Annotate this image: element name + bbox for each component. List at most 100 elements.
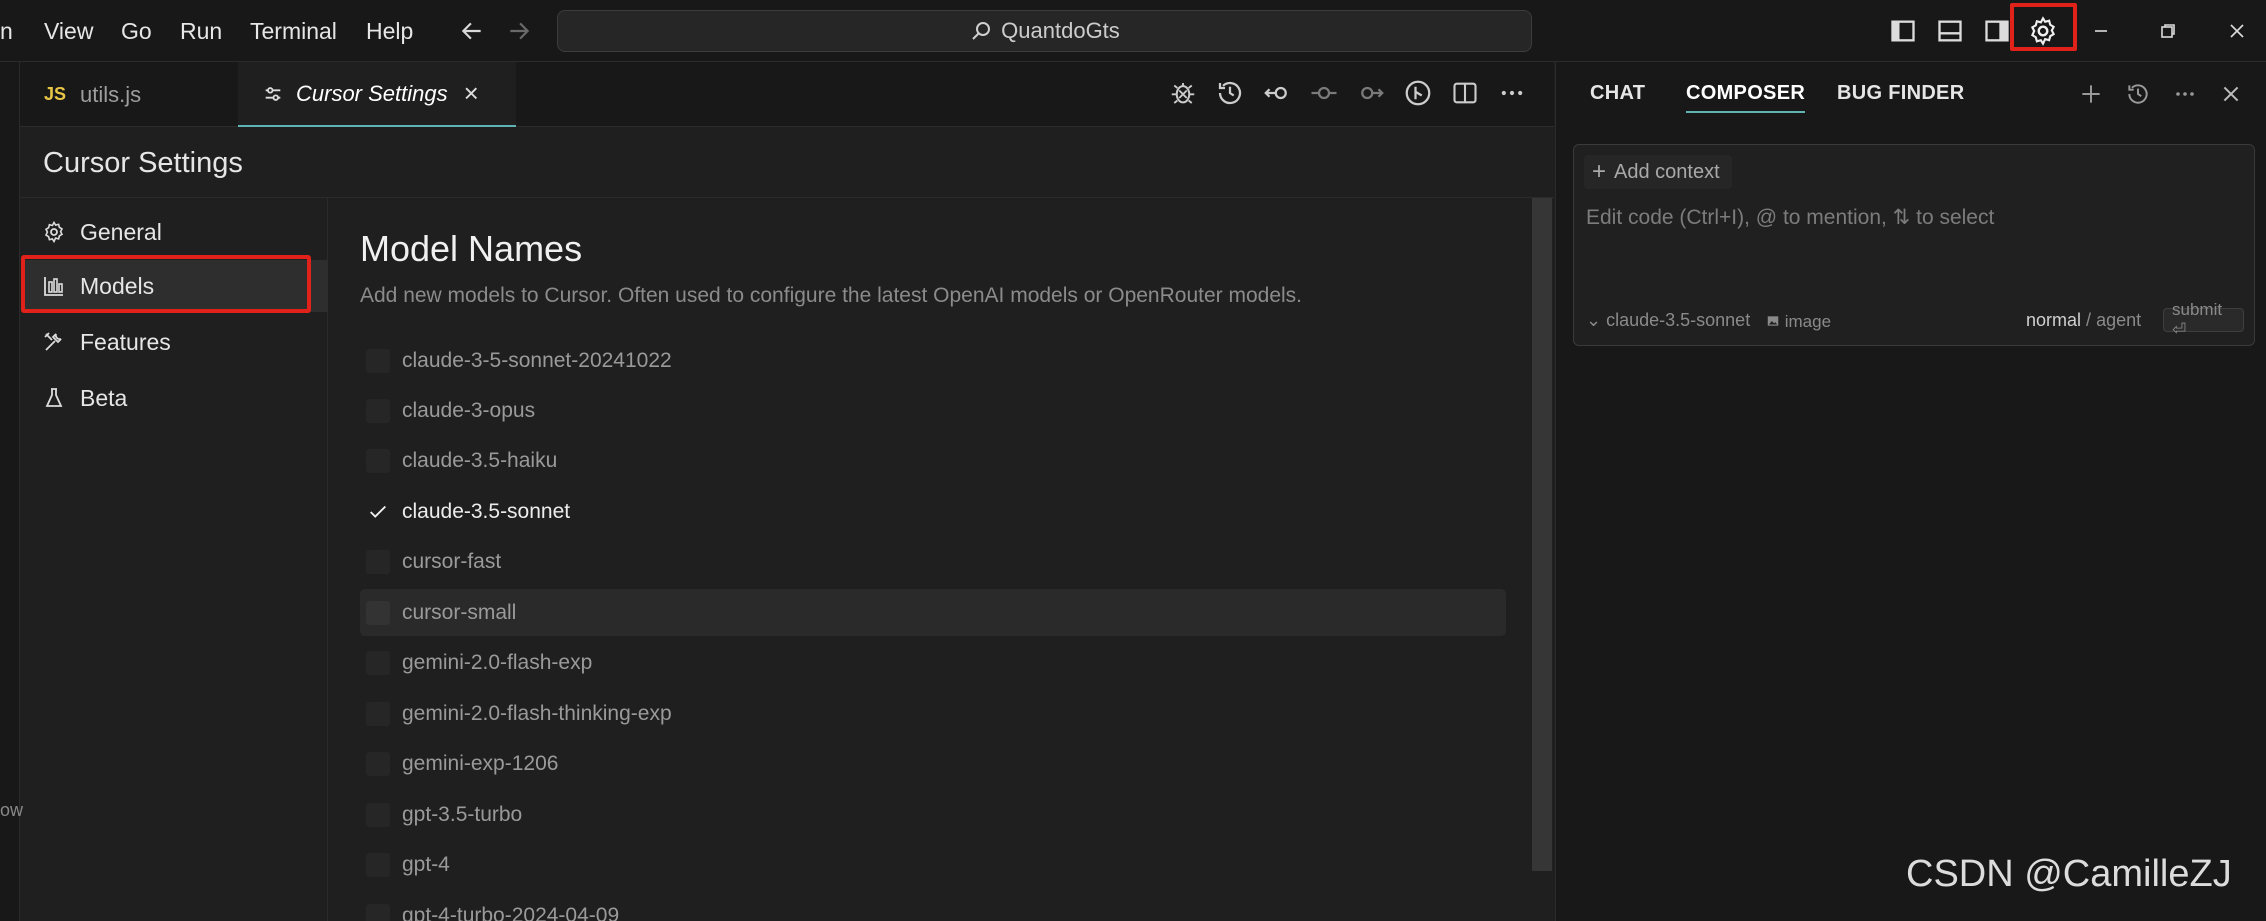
model-checkbox[interactable] xyxy=(366,701,390,726)
menu-item-help[interactable]: Help xyxy=(366,18,413,45)
model-checkbox[interactable] xyxy=(366,348,390,373)
model-checkbox[interactable] xyxy=(366,852,390,877)
split-editor-icon[interactable] xyxy=(1448,76,1482,110)
mode-agent[interactable]: agent xyxy=(2096,310,2141,330)
model-row[interactable]: gemini-exp-1206 xyxy=(360,740,1506,787)
more-actions-icon[interactable] xyxy=(1495,76,1529,110)
checkmark-icon[interactable] xyxy=(366,500,390,524)
tools-icon xyxy=(44,332,62,351)
nav-item-beta[interactable]: Beta xyxy=(22,372,328,424)
submit-button[interactable]: submit ⏎ xyxy=(2163,300,2244,339)
model-row[interactable]: cursor-fast xyxy=(360,538,1506,585)
model-row[interactable]: claude-3.5-haiku xyxy=(360,437,1506,484)
tab-bug-finder[interactable]: BUG FINDER xyxy=(1837,82,1964,105)
menu-item-terminal[interactable]: Terminal xyxy=(250,18,337,45)
go-back-icon[interactable] xyxy=(1260,76,1294,110)
model-name: cursor-small xyxy=(402,600,517,624)
mode-separator: / xyxy=(2086,310,2092,330)
model-name: gemini-2.0-flash-exp xyxy=(402,650,593,674)
more-actions-icon[interactable] xyxy=(2167,76,2203,112)
model-row[interactable]: gpt-3.5-turbo xyxy=(360,791,1506,838)
model-name: cursor-fast xyxy=(402,549,502,573)
bug-icon[interactable] xyxy=(1166,76,1200,110)
model-selector[interactable]: ⌄ claude-3.5-sonnet xyxy=(1586,310,1750,331)
minimize-icon[interactable] xyxy=(2082,12,2120,50)
composer-input-box[interactable]: + Add context Edit code (Ctrl+I), @ to m… xyxy=(1573,144,2255,346)
model-checkbox[interactable] xyxy=(366,549,390,574)
model-name: claude-3-opus xyxy=(402,398,536,422)
model-row[interactable]: claude-3-5-sonnet-20241022 xyxy=(360,337,1506,384)
menu-item-run[interactable]: Run xyxy=(180,18,222,45)
tab-composer[interactable]: COMPOSER xyxy=(1686,82,1806,113)
model-row[interactable]: claude-3-opus xyxy=(360,387,1506,434)
title-bar: n View Go Run Terminal Help QuantdoGts xyxy=(0,0,2266,62)
git-graph-icon[interactable] xyxy=(1401,76,1435,110)
model-name: gemini-2.0-flash-thinking-exp xyxy=(402,701,672,725)
model-checkbox[interactable] xyxy=(366,600,390,625)
model-name: gemini-exp-1206 xyxy=(402,751,559,775)
menu-item-go[interactable]: Go xyxy=(121,18,152,45)
settings-sliders-icon xyxy=(265,86,281,101)
gear-icon xyxy=(44,220,64,244)
nav-item-label: Beta xyxy=(80,384,128,411)
model-checkbox[interactable] xyxy=(366,398,390,423)
settings-highlight-box xyxy=(2010,3,2077,51)
watermark-text: CSDN @CamilleZJ xyxy=(1906,853,2232,895)
chevron-down-icon: ⌄ xyxy=(1586,310,1607,330)
go-forward-icon[interactable] xyxy=(1354,76,1388,110)
tab-chat[interactable]: CHAT xyxy=(1590,82,1645,105)
model-name: gpt-4 xyxy=(402,852,450,876)
forward-arrow-icon[interactable] xyxy=(502,14,536,48)
commit-icon[interactable] xyxy=(1307,76,1341,110)
page-title: Cursor Settings xyxy=(43,147,243,179)
history-icon[interactable] xyxy=(2120,76,2156,112)
model-checkbox[interactable] xyxy=(366,650,390,675)
command-center-search[interactable]: QuantdoGts xyxy=(557,10,1532,52)
model-name: gpt-3.5-turbo xyxy=(402,802,523,826)
section-title: Model Names xyxy=(360,228,583,269)
flask-icon xyxy=(45,388,63,407)
toggle-primary-sidebar-icon[interactable] xyxy=(1884,12,1922,50)
model-name: gpt-4-turbo-2024-04-09 xyxy=(402,903,620,921)
search-text: QuantdoGts xyxy=(1001,18,1120,43)
section-description: Add new models to Cursor. Often used to … xyxy=(360,284,1303,307)
mode-normal[interactable]: normal xyxy=(2026,310,2081,330)
model-checkbox[interactable] xyxy=(366,802,390,827)
plus-icon: + xyxy=(1592,158,1607,185)
model-row[interactable]: gemini-2.0-flash-exp xyxy=(360,639,1506,686)
model-name: claude-3-5-sonnet-20241022 xyxy=(402,348,672,372)
attach-image-button[interactable]: image xyxy=(1766,312,1831,332)
close-panel-icon[interactable] xyxy=(2213,76,2249,112)
close-window-icon[interactable] xyxy=(2218,12,2256,50)
back-arrow-icon[interactable] xyxy=(455,14,489,48)
nav-item-features[interactable]: Features xyxy=(22,316,328,368)
models-highlight-box xyxy=(21,255,311,313)
close-tab-icon[interactable]: × xyxy=(464,78,479,109)
ai-side-panel: CHAT COMPOSER BUG FINDER + Add context E… xyxy=(1555,62,2266,921)
model-checkbox[interactable] xyxy=(366,903,390,921)
model-row[interactable]: gemini-2.0-flash-thinking-exp xyxy=(360,690,1506,737)
tab-label: Cursor Settings xyxy=(296,80,448,106)
model-row[interactable]: gpt-4-turbo-2024-04-09 xyxy=(360,892,1506,921)
menu-item-partial[interactable]: n xyxy=(0,18,13,45)
model-row[interactable]: claude-3.5-sonnet xyxy=(360,488,1506,535)
settings-scrollbar[interactable] xyxy=(1532,198,1552,871)
restore-icon[interactable] xyxy=(2149,12,2187,50)
nav-item-general[interactable]: General xyxy=(22,206,328,258)
mode-toggle[interactable]: normal / agent xyxy=(2026,310,2141,331)
model-checkbox[interactable] xyxy=(366,448,390,473)
activity-bar-edge: ow xyxy=(0,62,23,921)
model-row[interactable]: gpt-4 xyxy=(360,841,1506,888)
history-icon[interactable] xyxy=(1213,76,1247,110)
tab-cursor-settings[interactable]: Cursor Settings × xyxy=(238,62,516,127)
menu-item-view[interactable]: View xyxy=(44,18,93,45)
composer-placeholder[interactable]: Edit code (Ctrl+I), @ to mention, ⇅ to s… xyxy=(1586,205,1994,230)
model-selector-label: claude-3.5-sonnet xyxy=(1606,310,1751,330)
new-composer-icon[interactable] xyxy=(2073,76,2109,112)
js-file-icon: JS xyxy=(44,84,67,104)
model-checkbox[interactable] xyxy=(366,751,390,776)
model-row[interactable]: cursor-small xyxy=(360,589,1506,636)
toggle-panel-icon[interactable] xyxy=(1931,12,1969,50)
tab-utils-js[interactable]: JS utils.js xyxy=(20,62,235,127)
add-context-button[interactable]: + Add context xyxy=(1584,155,1732,189)
